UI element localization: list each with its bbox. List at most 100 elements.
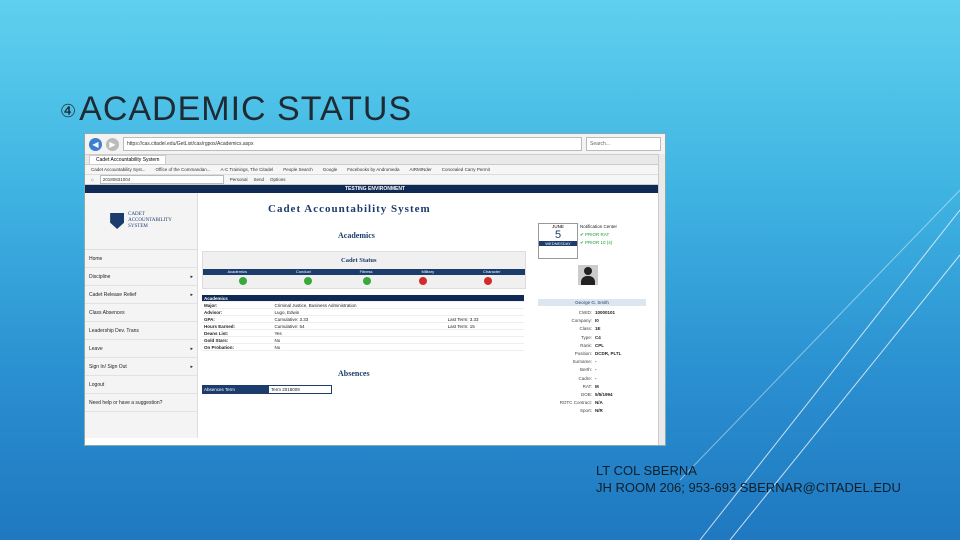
favorite-link[interactable]: People Search bbox=[283, 167, 313, 172]
calendar-day: 5 bbox=[554, 229, 562, 241]
profile-label: Class: bbox=[579, 326, 592, 332]
caret-right-icon: ▸ bbox=[190, 363, 193, 370]
favorite-link[interactable]: A-C Trainings, The Citadel bbox=[220, 167, 273, 172]
profile-row: Type: C4 bbox=[538, 335, 646, 343]
academics-table: Academics Major: Criminal Justice, Busine… bbox=[202, 295, 524, 351]
sidebar-item-sign-in-out[interactable]: Sign In/ Sign Out ▸ bbox=[85, 358, 197, 376]
profile-label: Cadre: bbox=[578, 375, 592, 381]
sidebar-item-logout[interactable]: Logout bbox=[85, 376, 197, 394]
favorite-link[interactable]: Facebooks by Andromeda bbox=[347, 167, 399, 172]
favorite-link[interactable]: Cadet Accountability Syst... bbox=[91, 167, 146, 172]
profile-row: Company: I0 bbox=[538, 318, 646, 326]
table-row: Advisor: Lugo, Edwin bbox=[202, 308, 524, 316]
address-bar[interactable]: https://cas.citadel.edu/GetList/cas/rgpo… bbox=[123, 137, 582, 151]
table-cell bbox=[515, 329, 524, 337]
profile-value: N/R bbox=[595, 408, 603, 414]
sidebar-item-cadet-release-relief[interactable]: Cadet Release Relief ▸ bbox=[85, 286, 197, 304]
caret-right-icon: ▸ bbox=[190, 273, 193, 280]
profile-name: George G. Smith bbox=[538, 299, 646, 306]
profile-label: ROTC Contract: bbox=[559, 400, 592, 406]
sidebar: CADET ACCOUNTABILITY SYSTEM Home Discipl… bbox=[85, 193, 198, 438]
profile-details: CWID: 10000101 Company: I0 Class: 1E Type: C4 Ra… bbox=[538, 310, 646, 416]
absences-term-bar: Absences Term Term 2018009 bbox=[202, 385, 332, 394]
table-cell: Deans List: bbox=[202, 329, 273, 337]
profile-value: 1E bbox=[595, 326, 601, 332]
profile-value: N/A bbox=[595, 400, 603, 406]
sidebar-item-class-absences[interactable]: Class Absences bbox=[85, 304, 197, 322]
date-widget: JUNE 5 WEDNESDAY bbox=[538, 223, 578, 259]
status-indicator-conduct bbox=[304, 277, 312, 285]
sidebar-item-leadership[interactable]: Leadership Dev. Trans bbox=[85, 322, 197, 340]
personal-button[interactable]: Personal bbox=[230, 177, 248, 182]
academics-heading: Academics bbox=[338, 231, 375, 240]
profile-row: ROTC Contract: N/A bbox=[538, 400, 646, 408]
profile-value: - bbox=[595, 367, 597, 373]
favorite-link[interactable]: Office of the Commandan... bbox=[156, 167, 211, 172]
browser-tab[interactable]: Cadet Accountability System bbox=[89, 155, 167, 164]
favorite-link[interactable]: Concealed Carry Permit bbox=[442, 167, 490, 172]
status-indicator-character bbox=[484, 277, 492, 285]
status-header: Academics Conduct Fitness Military Chara… bbox=[203, 269, 525, 275]
sidebar-item-help[interactable]: Need help or have a suggestion? bbox=[85, 394, 197, 412]
app-title: Cadet Accountability System bbox=[268, 203, 431, 215]
profile-value: - bbox=[595, 375, 597, 381]
table-cell: On Probation: bbox=[202, 343, 273, 351]
app-body: CADET ACCOUNTABILITY SYSTEM Home Discipl… bbox=[85, 193, 665, 438]
sidebar-item-discipline[interactable]: Discipline ▸ bbox=[85, 268, 197, 286]
profile-label: Type: bbox=[580, 334, 592, 340]
table-row: Hours Earned: Cumulative: 54 Last Term: 15 bbox=[202, 322, 524, 330]
main-content: Cadet Accountability System Academics Ca… bbox=[198, 193, 665, 438]
sidebar-item-leave[interactable]: Leave ▸ bbox=[85, 340, 197, 358]
profile-label: Position: bbox=[574, 350, 592, 356]
absences-term-select[interactable]: Term 2018009 bbox=[269, 386, 331, 393]
vertical-scrollbar[interactable] bbox=[658, 154, 665, 445]
sidebar-item-home[interactable]: Home bbox=[85, 250, 197, 268]
table-cell: No bbox=[272, 343, 446, 351]
table-cell bbox=[515, 322, 524, 330]
command-bar: ⌂ 20180831004 Personal Send Options bbox=[85, 175, 665, 185]
caret-right-icon: ▸ bbox=[190, 291, 193, 298]
status-indicator-academics bbox=[239, 277, 247, 285]
shield-icon bbox=[110, 213, 125, 229]
slide-title: ④ACADEMIC STATUS bbox=[60, 90, 412, 129]
calendar-weekday: WEDNESDAY bbox=[539, 241, 577, 246]
browser-tabs: Cadet Accountability System bbox=[85, 155, 665, 165]
number-bullet-icon: ④ bbox=[60, 100, 78, 121]
table-cell bbox=[445, 336, 516, 344]
test-environment-banner: TESTING ENVIRONMENT bbox=[85, 185, 665, 193]
absences-heading: Absences bbox=[338, 369, 370, 378]
profile-row: CWID: 10000101 bbox=[538, 310, 646, 318]
forward-arrow-icon[interactable]: ▶ bbox=[106, 137, 119, 151]
status-col-fitness: Fitness bbox=[359, 269, 373, 274]
browser-toolbar: ◀ ▶ https://cas.citadel.edu/GetList/cas/… bbox=[85, 134, 665, 155]
home-icon[interactable]: ⌂ bbox=[91, 177, 94, 182]
profile-row: Cadre: - bbox=[538, 376, 646, 384]
profile-label: Surname: bbox=[572, 359, 592, 365]
profile-value: DCDR, PLTL bbox=[595, 350, 622, 356]
profile-value: 10000101 bbox=[595, 310, 616, 315]
profile-value: I0 bbox=[595, 318, 599, 324]
cadet-status-panel: Cadet Status Academics Conduct Fitness M… bbox=[202, 251, 526, 289]
profile-row: Class: 1E bbox=[538, 326, 646, 334]
profile-label: Company: bbox=[571, 318, 592, 324]
browser-search-input[interactable]: Search... bbox=[586, 137, 661, 151]
table-cell: Gold Stars: bbox=[202, 336, 273, 344]
profile-row: Rank: CPL bbox=[538, 343, 646, 351]
table-cell: Cumulative: 3.33 bbox=[272, 315, 446, 323]
notification-item[interactable]: ✔ PRIOR RAT bbox=[580, 231, 646, 239]
profile-label: DOB: bbox=[580, 391, 592, 397]
favorite-link[interactable]: AIRMINder bbox=[410, 167, 432, 172]
notification-item[interactable]: ✔ PRIOR 10 (4) bbox=[580, 239, 646, 247]
profile-value: C4 bbox=[595, 334, 601, 340]
options-button[interactable]: Options bbox=[270, 177, 286, 182]
profile-row: RAT: M bbox=[538, 384, 646, 392]
toolbar-field[interactable]: 20180831004 bbox=[99, 175, 224, 184]
favorite-link[interactable]: Google bbox=[323, 167, 338, 172]
table-cell: Advisor: bbox=[202, 308, 273, 316]
table-row: Deans List: Yes bbox=[202, 329, 524, 337]
send-button[interactable]: Send bbox=[253, 177, 264, 182]
table-cell: Yes bbox=[272, 329, 446, 337]
back-arrow-icon[interactable]: ◀ bbox=[89, 137, 102, 151]
caret-right-icon: ▸ bbox=[190, 345, 193, 352]
table-cell bbox=[445, 329, 516, 337]
